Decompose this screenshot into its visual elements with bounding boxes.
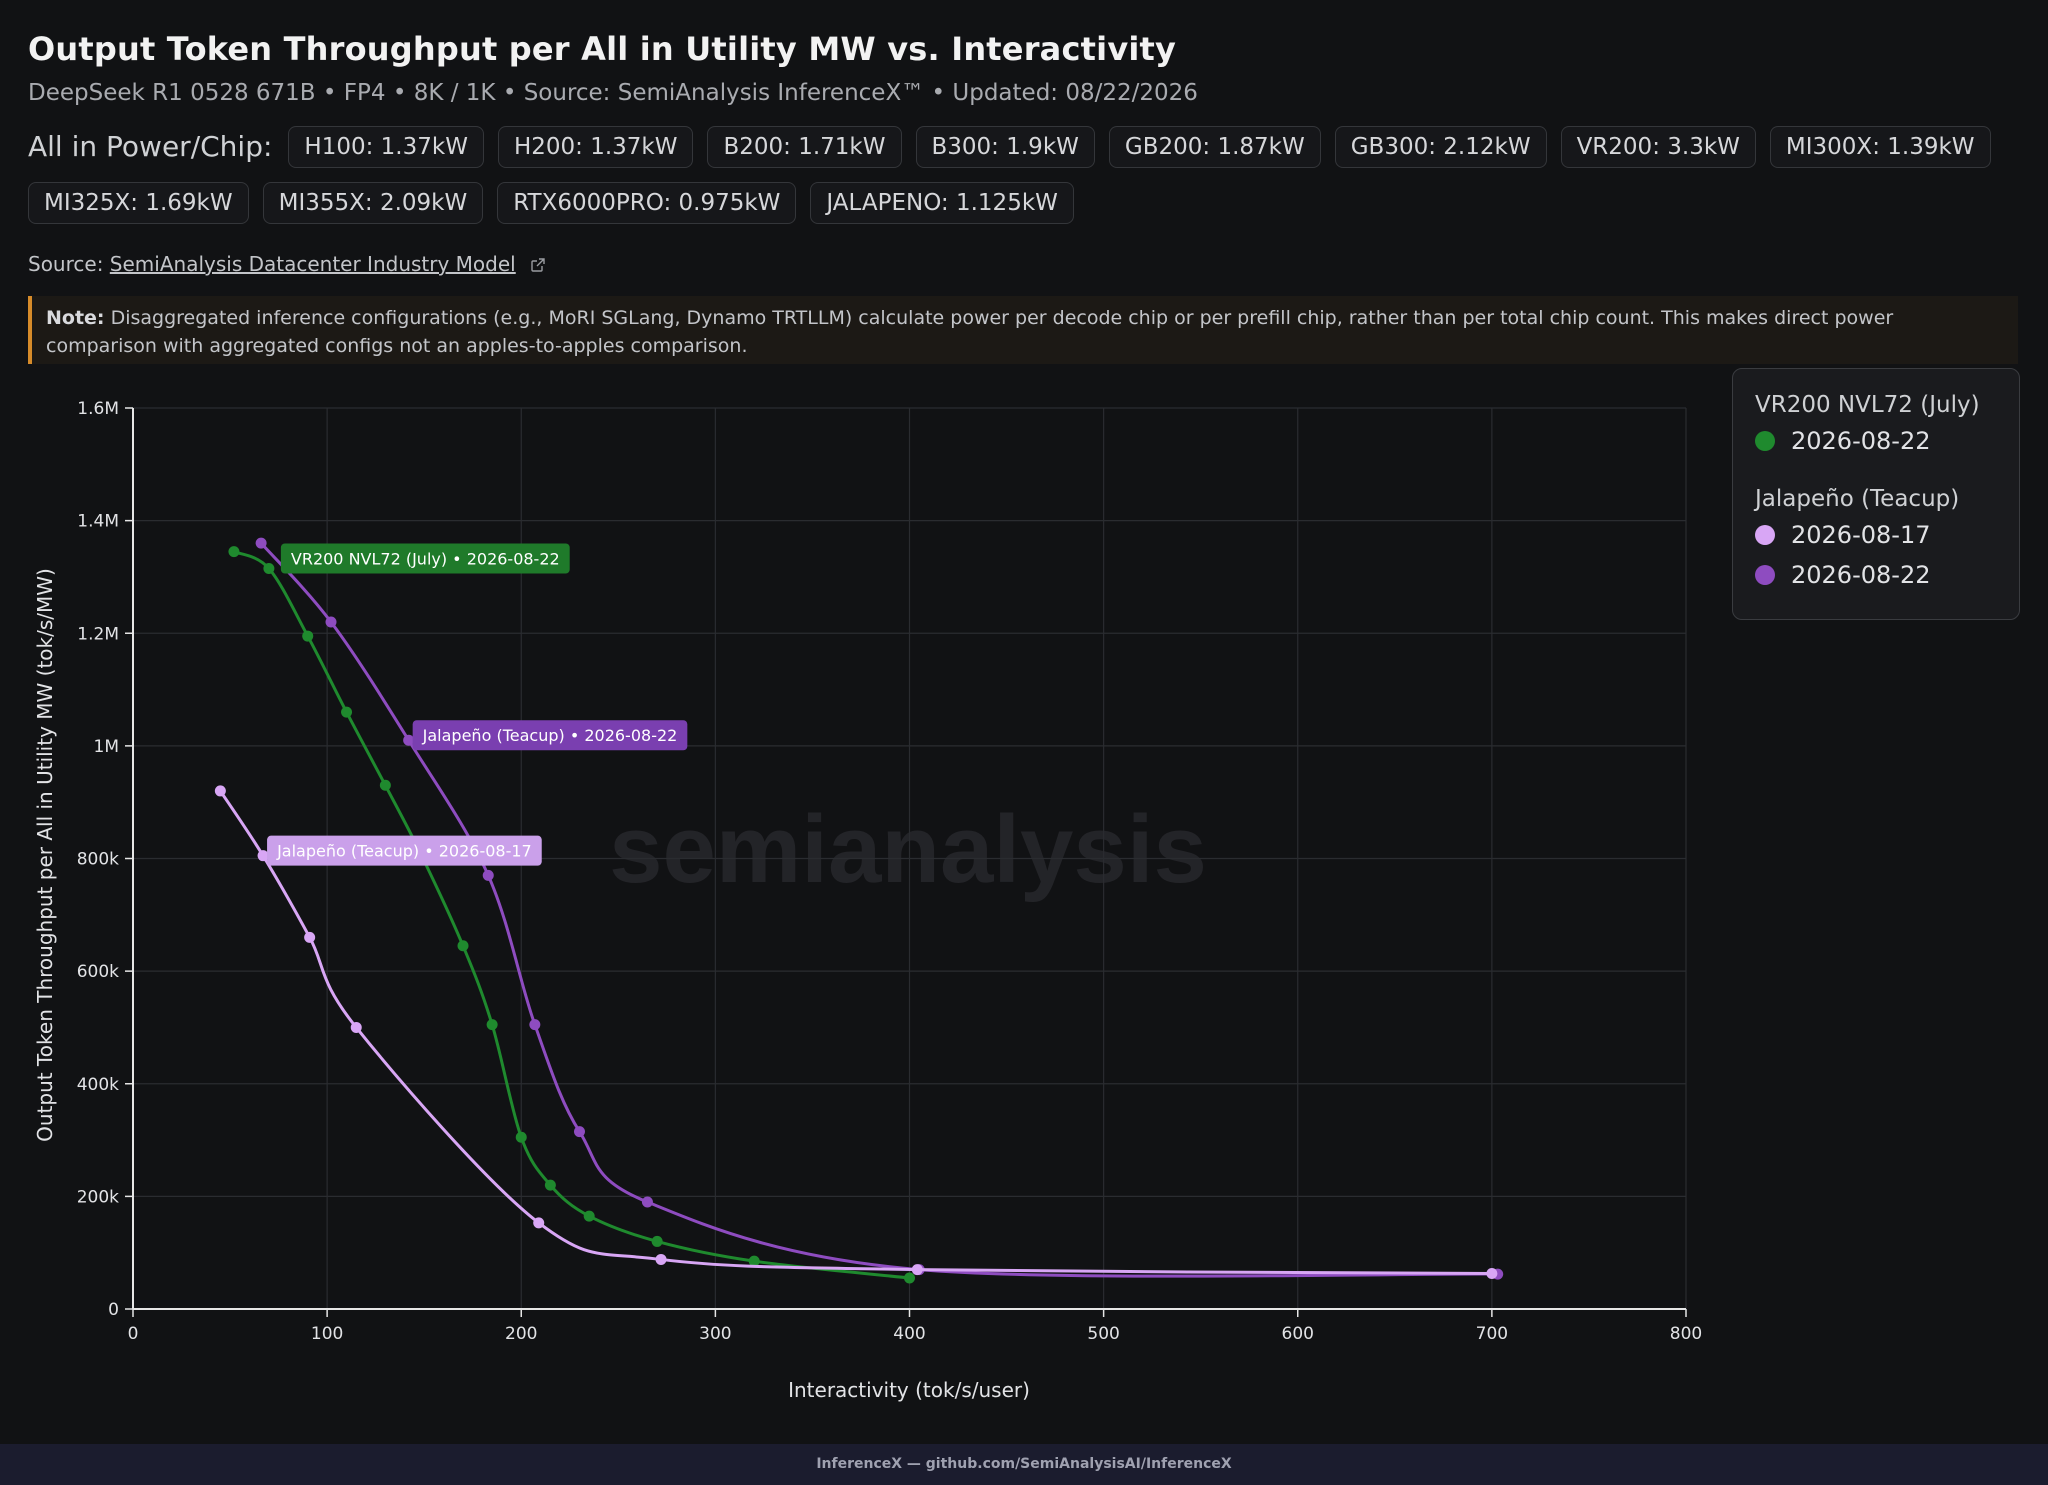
data-point[interactable] [529, 1019, 541, 1031]
x-tick-label: 700 [1476, 1324, 1508, 1344]
data-point[interactable] [403, 734, 415, 746]
data-point[interactable] [350, 1021, 362, 1033]
data-point[interactable] [1486, 1268, 1498, 1280]
legend-item-label: 2026-08-22 [1791, 561, 1931, 589]
data-point[interactable] [325, 616, 337, 628]
series-0 [228, 546, 915, 1284]
x-tick-label: 400 [893, 1324, 925, 1344]
data-point[interactable] [482, 869, 494, 881]
legend: VR200 NVL72 (July) 2026-08-22 Jalapeño (… [1732, 368, 2020, 620]
data-point[interactable] [641, 1196, 653, 1208]
data-point[interactable] [255, 537, 267, 549]
watermark: semianalysis [609, 796, 1207, 903]
x-tick-label: 0 [128, 1324, 139, 1344]
y-tick-label: 1.2M [77, 624, 119, 644]
data-point[interactable] [457, 940, 469, 952]
series-layer [214, 537, 1504, 1284]
legend-dot [1755, 431, 1775, 451]
series-1 [255, 537, 1504, 1280]
data-point[interactable] [904, 1272, 915, 1284]
x-axis-label: Interactivity (tok/s/user) [788, 1378, 1030, 1402]
data-point[interactable] [515, 1131, 527, 1143]
data-point[interactable] [341, 706, 353, 718]
x-tick-label: 100 [311, 1324, 343, 1344]
data-point[interactable] [263, 562, 275, 574]
data-point[interactable] [304, 931, 316, 943]
data-point[interactable] [911, 1264, 923, 1276]
data-point[interactable] [573, 1126, 585, 1138]
series-label-text: Jalapeño (Teacup) • 2026-08-17 [276, 842, 532, 861]
series-label-text: Jalapeño (Teacup) • 2026-08-22 [422, 726, 678, 745]
legend-item-vr200-0822[interactable]: 2026-08-22 [1755, 421, 2019, 461]
series-label: Jalapeño (Teacup) • 2026-08-17 [267, 835, 542, 866]
data-point[interactable] [655, 1253, 667, 1265]
series-label: VR200 NVL72 (July) • 2026-08-22 [280, 543, 570, 574]
x-tick-label: 600 [1282, 1324, 1314, 1344]
data-point[interactable] [583, 1210, 595, 1222]
legend-dot [1755, 565, 1775, 585]
series-line [233, 550, 910, 1280]
y-axis-label: Output Token Throughput per All in Utili… [33, 568, 57, 1142]
legend-item-label: 2026-08-22 [1791, 427, 1931, 455]
data-point[interactable] [544, 1179, 556, 1191]
x-tick-label: 800 [1670, 1324, 1702, 1344]
y-tick-label: 1M [94, 737, 119, 757]
data-point[interactable] [228, 546, 240, 558]
y-tick-label: 400k [77, 1075, 119, 1095]
legend-dot [1755, 525, 1775, 545]
x-tick-label: 500 [1087, 1324, 1119, 1344]
data-point[interactable] [533, 1217, 545, 1229]
data-point[interactable] [379, 779, 391, 791]
legend-item-jalapeno-0822[interactable]: 2026-08-22 [1755, 555, 2019, 595]
series-label: Jalapeño (Teacup) • 2026-08-22 [412, 720, 688, 751]
y-tick-label: 1.4M [77, 512, 119, 532]
y-tick-label: 1.6M [77, 399, 119, 419]
x-tick-label: 300 [699, 1324, 731, 1344]
y-tick-label: 200k [77, 1187, 119, 1207]
legend-item-jalapeno-0817[interactable]: 2026-08-17 [1755, 515, 2019, 555]
chart: semianalysis 0 100 200 300 400 500 600 700 800 0 2… [33, 399, 1702, 1402]
y-tick-label: 0 [108, 1300, 119, 1320]
x-tick-label: 200 [505, 1324, 537, 1344]
footer: InferenceX — github.com/SemiAnalysisAI/I… [0, 1444, 2048, 1485]
series-label-text: VR200 NVL72 (July) • 2026-08-22 [291, 549, 560, 568]
data-point[interactable] [302, 630, 314, 642]
data-point[interactable] [651, 1235, 663, 1247]
legend-group-jalapeno: Jalapeño (Teacup) [1755, 486, 1960, 512]
y-tick-label: 800k [77, 850, 119, 870]
y-tick-label: 600k [77, 962, 119, 982]
legend-item-label: 2026-08-17 [1791, 521, 1931, 549]
legend-group-vr200: VR200 NVL72 (July) [1755, 392, 1980, 418]
data-point[interactable] [257, 850, 269, 862]
data-point[interactable] [214, 785, 226, 797]
data-point[interactable] [486, 1019, 498, 1031]
